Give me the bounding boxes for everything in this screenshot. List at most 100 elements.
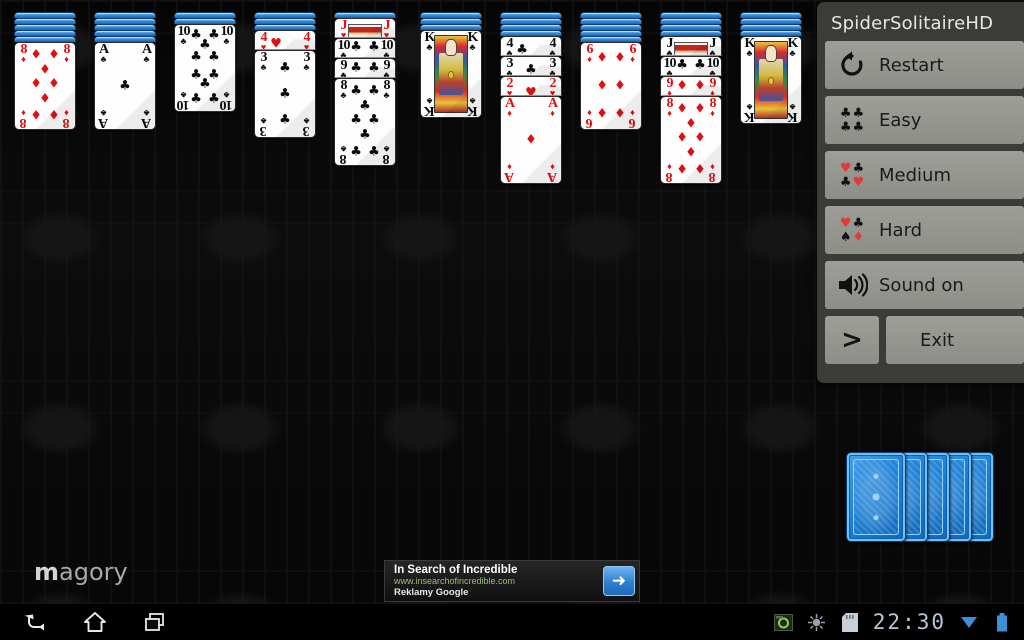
tableau-column-4[interactable]: 4 ♥ 4 ♥ ♥ 3 ♣ 3 ♣ 3 ♣ 3 ♣ ♣ ♣ ♣ — [254, 12, 316, 138]
card-K-black[interactable]: K ♣ K ♣ K ♣ K ♣ — [420, 30, 482, 118]
two-suit-icon: ♥ ♣ ♣ ♥ — [839, 160, 865, 190]
menu-title: SpiderSolitaireHD — [831, 13, 994, 34]
card-3-black[interactable]: 3 ♣ 3 ♣ ♣ — [500, 56, 562, 76]
card-6-red[interactable]: 6 ♦ 6 ♦ 6 ♦ 6 ♦ ♦ ♦ ♦ ♦ ♦ ♦ — [580, 42, 642, 130]
ad-banner[interactable]: In Search of Incredible www.insearchofin… — [384, 560, 640, 602]
card-back-pattern — [853, 459, 899, 535]
android-system-bar: 22:30 — [0, 604, 1024, 640]
arrow-forward-icon[interactable]: ➜ — [603, 566, 635, 596]
recent-apps-icon[interactable] — [142, 609, 168, 635]
battery-icon — [992, 612, 1012, 632]
card-corner: 9 ♦ — [709, 76, 717, 96]
card-pips: ♣ ♣ — [676, 57, 706, 73]
menu-item-label: Hard — [879, 219, 923, 241]
menu-item-medium[interactable]: ♥ ♣ ♣ ♥ Medium — [825, 151, 1024, 199]
card-corner: 4 ♥ — [303, 30, 311, 50]
card-corner: 8 ♣ — [383, 143, 390, 166]
back-icon[interactable] — [22, 609, 48, 635]
card-corner: 6 ♦ — [629, 107, 636, 130]
card-corner: A ♣ — [141, 107, 152, 130]
card-corner: A ♦ — [547, 96, 558, 119]
card-corner: 3 ♣ — [549, 56, 557, 76]
card-pips: ♦ ♦ ♦ ♦ ♦ ♦ ♦ ♦ — [30, 47, 60, 124]
card-8-red[interactable]: 8 ♦ 8 ♦ 8 ♦ 8 ♦ ♦ ♦ ♦ ♦ ♦ ♦ ♦ ♦ — [660, 96, 722, 184]
court-card-art — [754, 41, 788, 119]
tableau-column-2[interactable]: A ♣ A ♣ A ♣ A ♣ ♣ — [94, 12, 156, 130]
card-corner: 8 ♦ — [63, 107, 70, 130]
menu-item-restart[interactable]: Restart — [825, 41, 1024, 89]
menu-item-label: Medium — [879, 164, 951, 186]
card-corner: 4 ♣ — [549, 36, 557, 56]
card-10-black[interactable]: 10 ♣ 10 ♣ ♣ ♣ — [334, 38, 396, 58]
card-corner: A ♦ — [547, 161, 558, 184]
ad-title: In Search of Incredible — [394, 564, 518, 576]
logo-rest: agory — [59, 558, 128, 586]
tableau-column-8[interactable]: 6 ♦ 6 ♦ 6 ♦ 6 ♦ ♦ ♦ ♦ ♦ ♦ ♦ — [580, 12, 642, 130]
card-corner: 8 ♦ — [709, 96, 717, 119]
ad-url: www.insearchofincredible.com — [394, 576, 516, 586]
tableau-column-10[interactable]: K ♣ K ♣ K ♣ K ♣ — [740, 12, 802, 124]
card-pips: ♦ — [525, 132, 537, 148]
court-card-art — [674, 42, 708, 55]
card-corner: 8 ♦ — [63, 42, 71, 65]
card-pips: ♣ ♣ ♣ ♣ ♣ ♣ ♣ ♣ — [350, 83, 380, 160]
card-8-red[interactable]: 8 ♦ 8 ♦ 8 ♦ 8 ♦ ♦ ♦ ♦ ♦ ♦ ♦ ♦ ♦ — [14, 42, 76, 130]
card-K-black[interactable]: K ♣ K ♣ K ♣ K ♣ — [740, 36, 802, 124]
exit-button[interactable]: Exit — [886, 316, 1024, 364]
tableau-column-5[interactable]: J ♥ J ♥ 10 ♣ 10 ♣ ♣ ♣ 9 ♣ 9 ♣ ♣ ♣ 8 ♣ 8 ♣ 8 ♣ 8 ♣ ♣ ♣ ♣ ♣ ♣ ♣ ♣ ♣ — [334, 12, 396, 166]
card-10-black[interactable]: 10 ♣ 10 ♣ 10 ♣ 10 ♣ ♣ ♣ ♣ ♣ ♣ ♣ ♣ ♣ ♣ ♣ — [174, 24, 236, 112]
card-3-black[interactable]: 3 ♣ 3 ♣ 3 ♣ 3 ♣ ♣ ♣ ♣ — [254, 50, 316, 138]
card-2-red[interactable]: 2 ♥ 2 ♥ ♥ — [500, 76, 562, 96]
card-corner: 2 ♥ — [549, 76, 557, 96]
card-J-red[interactable]: J ♥ J ♥ — [334, 18, 396, 38]
home-icon[interactable] — [82, 609, 108, 635]
card-corner: 8 ♦ — [709, 161, 716, 184]
usb-debug-icon[interactable] — [807, 612, 827, 632]
card-corner: 6 ♦ — [629, 42, 637, 65]
card-corner: 3 ♣ — [303, 50, 311, 73]
card-pips: ♣ ♣ — [350, 39, 380, 55]
screenshot-icon[interactable] — [774, 612, 794, 632]
tableau-column-6[interactable]: K ♣ K ♣ K ♣ K ♣ — [420, 12, 482, 118]
card-pips: ♣ — [516, 42, 528, 56]
menu-item-sound[interactable]: Sound on — [825, 261, 1024, 309]
options-menu-panel: SpiderSolitaireHD Restart ♣ ♣ ♣ ♣ Easy ♥… — [817, 2, 1024, 383]
menu-item-label: Easy — [879, 109, 922, 131]
magory-logo: magory — [34, 558, 128, 586]
menu-bottom-row: > Exit — [825, 316, 1024, 364]
court-card-art — [348, 24, 382, 37]
menu-item-hard[interactable]: ♥ ♣ ♠ ♦ Hard — [825, 206, 1024, 254]
card-A-red[interactable]: A ♦ A ♦ A ♦ A ♦ ♦ — [500, 96, 562, 184]
tableau-column-9[interactable]: J ♣ J ♣ 10 ♣ 10 ♣ ♣ ♣ 9 ♦ 9 ♦ ♦ ♦ 8 ♦ 8 ♦ 8 ♦ 8 ♦ ♦ ♦ ♦ ♦ ♦ ♦ ♦ ♦ — [660, 12, 722, 184]
card-pips: ♣ ♣ ♣ — [279, 60, 291, 128]
card-J-black[interactable]: J ♣ J ♣ — [660, 36, 722, 56]
card-10-black[interactable]: 10 ♣ 10 ♣ ♣ ♣ — [660, 56, 722, 76]
card-9-red[interactable]: 9 ♦ 9 ♦ ♦ ♦ — [660, 76, 722, 96]
stock-card[interactable] — [846, 452, 906, 542]
status-icons: 22:30 — [774, 610, 1024, 634]
card-corner: 8 ♣ — [383, 78, 391, 101]
sd-card-icon[interactable] — [840, 612, 860, 632]
tableau-column-7[interactable]: 4 ♣ 4 ♣ ♣ 3 ♣ 3 ♣ ♣ 2 ♥ 2 ♥ ♥ A ♦ A ♦ A ♦ A ♦ ♦ — [500, 12, 562, 184]
card-pips: ♣ ♣ — [350, 60, 380, 76]
card-corner: 3 ♣ — [303, 115, 310, 138]
card-8-black[interactable]: 8 ♣ 8 ♣ 8 ♣ 8 ♣ ♣ ♣ ♣ ♣ ♣ ♣ ♣ ♣ — [334, 78, 396, 166]
navigation-buttons — [0, 609, 168, 635]
card-pips: ♣ — [119, 78, 131, 94]
menu-item-easy[interactable]: ♣ ♣ ♣ ♣ Easy — [825, 96, 1024, 144]
card-4-black[interactable]: 4 ♣ 4 ♣ ♣ — [500, 36, 562, 56]
speaker-icon — [825, 272, 879, 298]
card-corner: A ♣ — [141, 42, 152, 65]
court-card-art — [434, 35, 468, 113]
card-pips: ♣ — [525, 62, 537, 76]
card-pips: ♦ ♦ ♦ ♦ ♦ ♦ — [596, 50, 626, 122]
card-A-black[interactable]: A ♣ A ♣ A ♣ A ♣ ♣ — [94, 42, 156, 130]
stock-pile[interactable] — [846, 452, 996, 544]
next-page-button[interactable]: > — [825, 316, 879, 364]
tableau-column-1[interactable]: 8 ♦ 8 ♦ 8 ♦ 8 ♦ ♦ ♦ ♦ ♦ ♦ ♦ ♦ ♦ — [14, 12, 76, 130]
card-9-black[interactable]: 9 ♣ 9 ♣ ♣ ♣ — [334, 58, 396, 78]
card-pips: ♥ — [270, 36, 282, 50]
tableau-column-3[interactable]: 10 ♣ 10 ♣ 10 ♣ 10 ♣ ♣ ♣ ♣ ♣ ♣ ♣ ♣ ♣ ♣ ♣ — [174, 12, 236, 112]
card-corner: 10 ♣ — [220, 89, 233, 112]
card-4-red[interactable]: 4 ♥ 4 ♥ ♥ — [254, 30, 316, 50]
